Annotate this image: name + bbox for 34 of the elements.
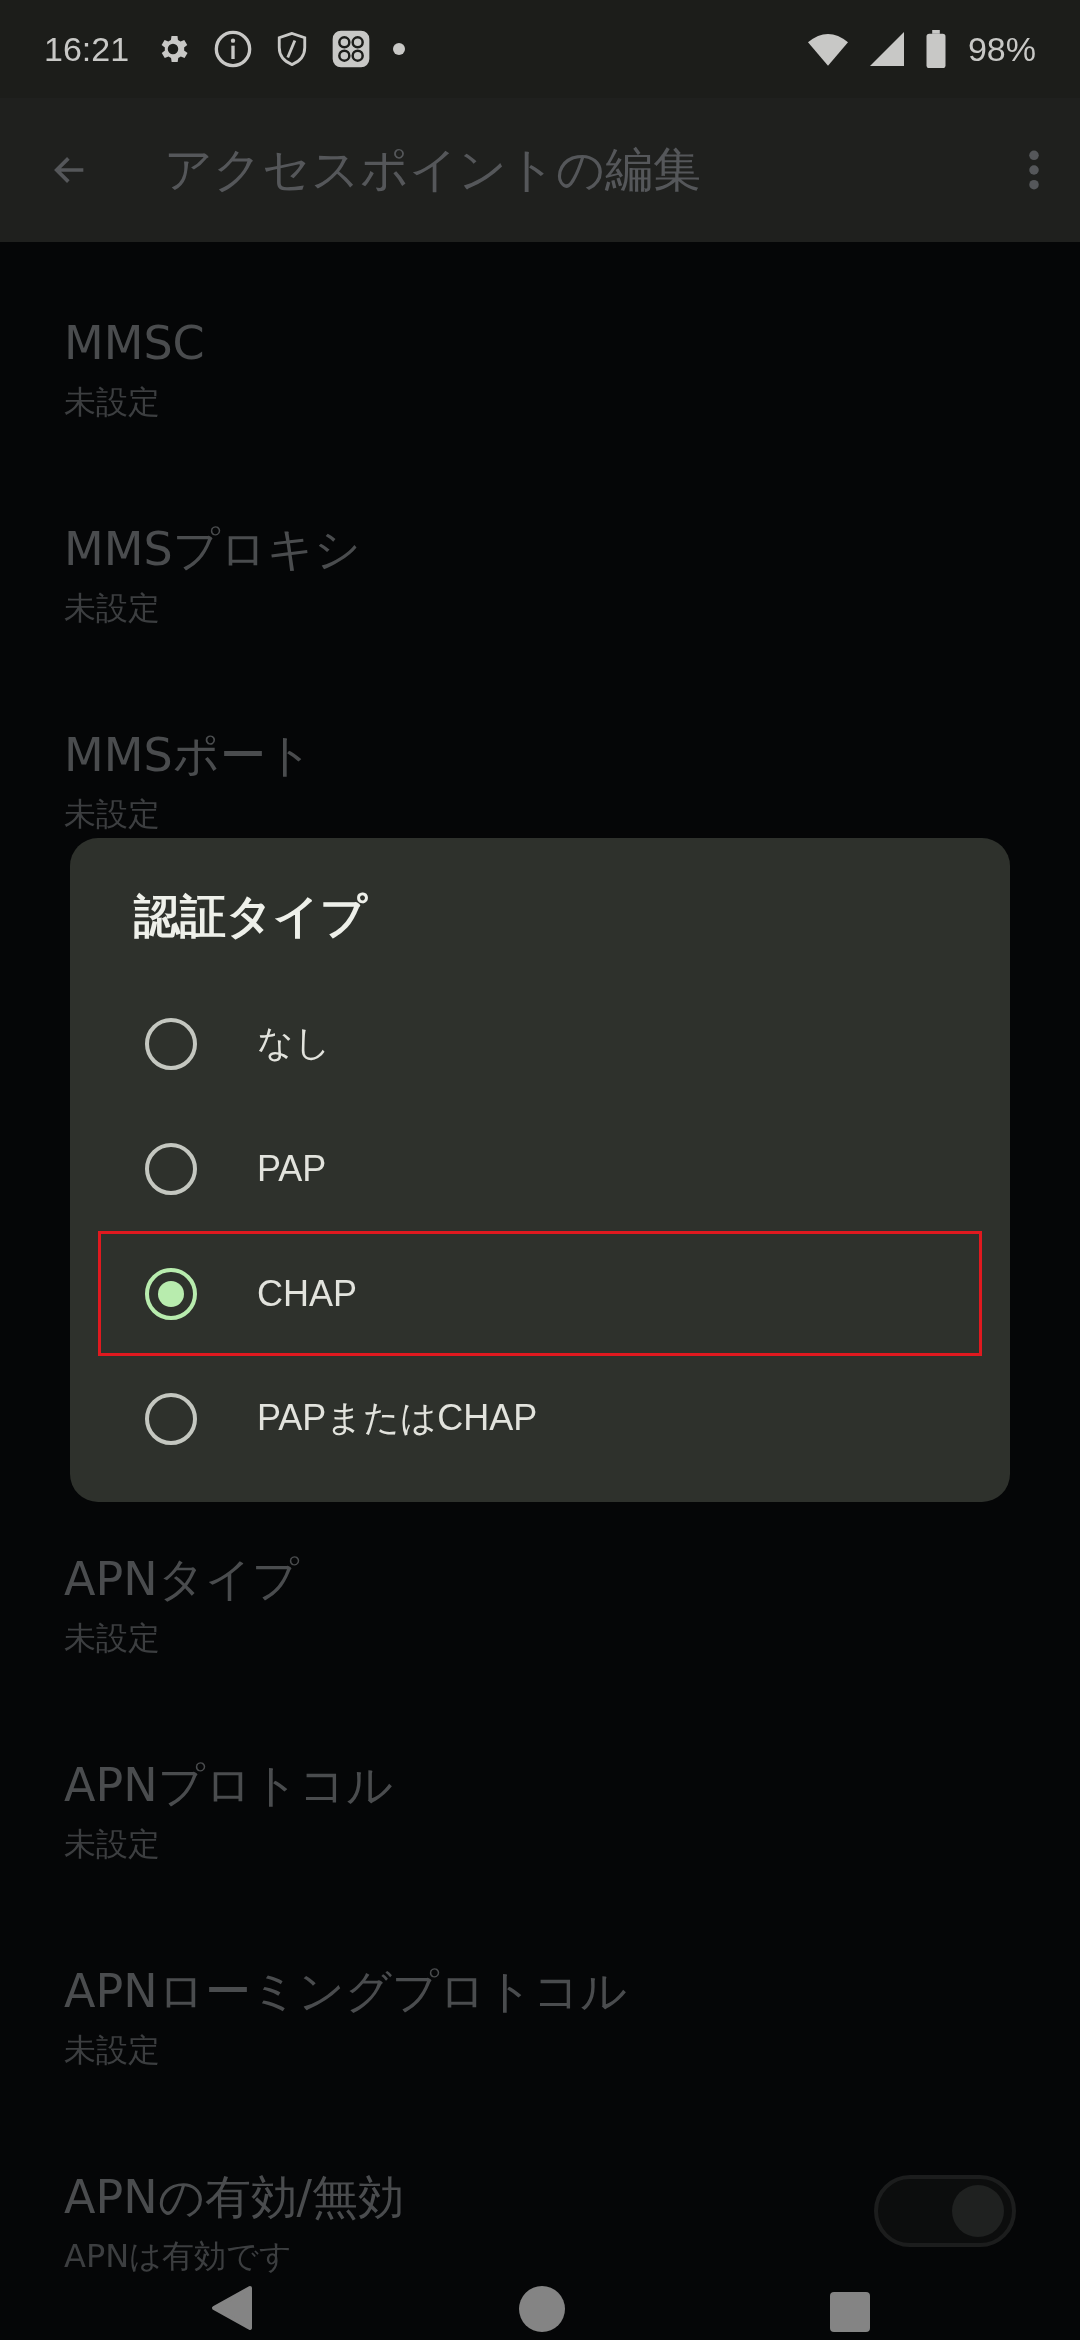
radio-option[interactable]: PAPまたはCHAP (98, 1356, 982, 1481)
radio-button[interactable] (145, 1267, 197, 1320)
info-icon (213, 29, 254, 69)
radio-button[interactable] (145, 1392, 197, 1445)
radio-button[interactable] (145, 1142, 197, 1195)
setting-summary: 未設定 (64, 794, 161, 835)
setting-summary: 未設定 (64, 382, 161, 423)
battery-percent: 98% (967, 29, 1036, 69)
dialog-title: 認証タイプ (132, 888, 369, 945)
wifi-icon (807, 32, 848, 66)
setting-title: MMSプロキシ (64, 521, 362, 578)
dot-icon (393, 43, 406, 55)
setting-title: MMSポート (64, 727, 314, 784)
back-icon[interactable] (210, 2284, 254, 2332)
radio-option[interactable]: PAP (98, 1106, 982, 1231)
setting-summary: 未設定 (64, 2030, 161, 2071)
radio-button[interactable] (145, 1017, 197, 1070)
home-icon[interactable] (519, 2286, 565, 2332)
setting-title: APNの有効/無効 (64, 2169, 406, 2226)
setting-title: APNローミングプロトコル (64, 1963, 628, 2020)
setting-title: APNプロトコル (64, 1757, 394, 1814)
signal-icon (869, 32, 904, 66)
screen-title: アクセスポイントの編集 (164, 140, 702, 199)
app-icon (331, 29, 372, 69)
setting-summary: APNは有効です (64, 2236, 294, 2277)
setting-title: MMSC (64, 315, 206, 372)
setting-title: APNタイプ (64, 1551, 301, 1608)
setting-summary: 未設定 (64, 1618, 161, 1659)
status-time: 16:21 (44, 29, 130, 69)
setting-summary: 未設定 (64, 1824, 161, 1865)
radio-option[interactable]: なし (98, 981, 982, 1106)
battery-icon (925, 30, 946, 68)
setting-summary: 未設定 (64, 588, 161, 629)
radio-option[interactable]: CHAP (98, 1231, 982, 1356)
